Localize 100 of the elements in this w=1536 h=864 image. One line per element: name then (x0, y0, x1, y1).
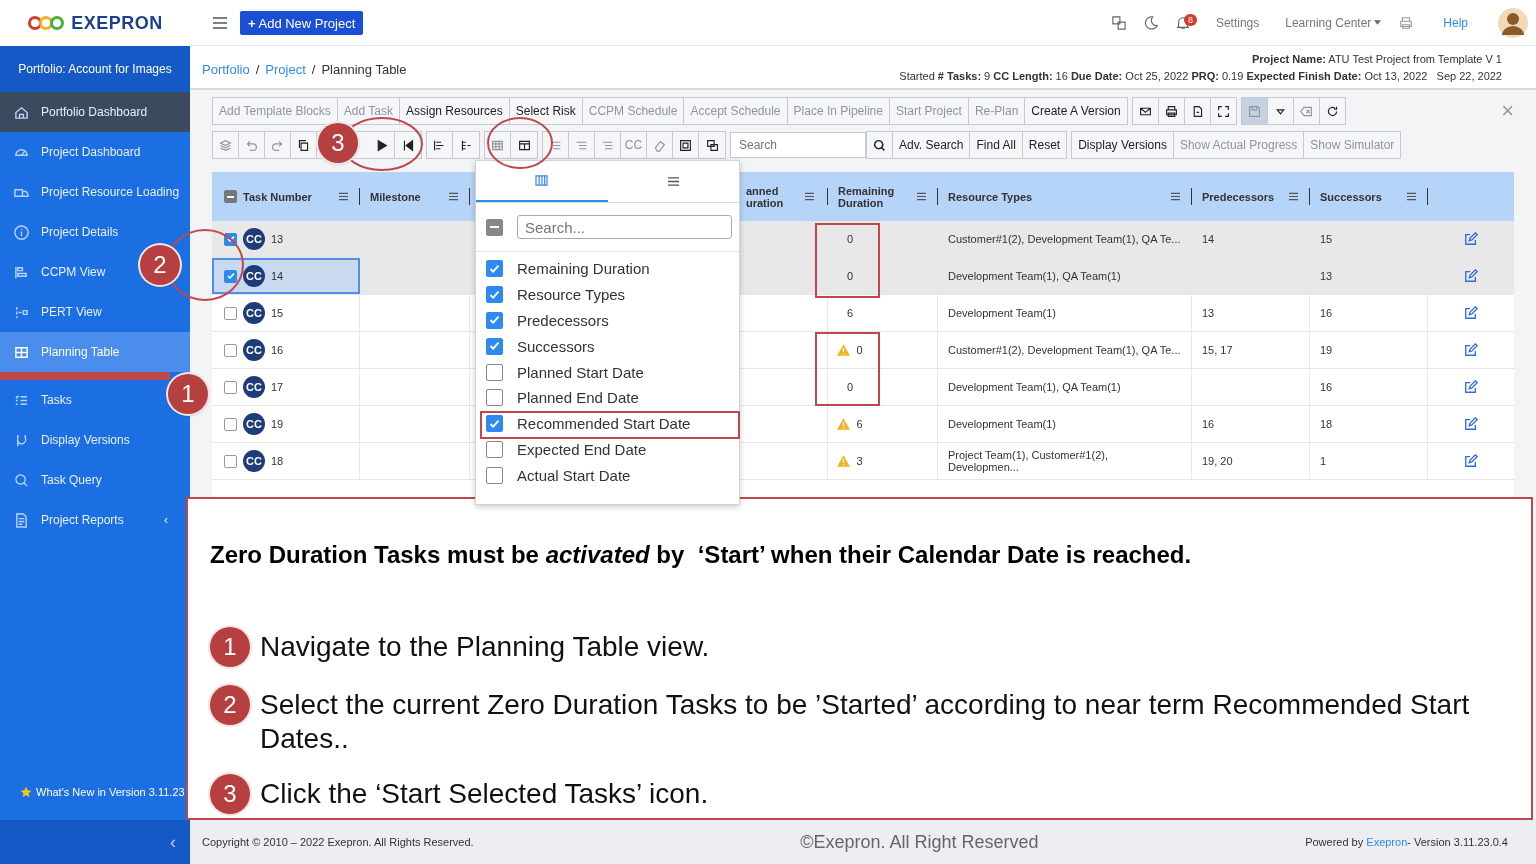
menu-icon[interactable] (1406, 192, 1417, 201)
column-checkbox[interactable] (486, 286, 503, 304)
toolbar-button[interactable]: Find All (970, 132, 1023, 158)
sidebar-item[interactable]: Project Reports ‹ (0, 500, 190, 540)
row-checkbox[interactable] (224, 343, 237, 357)
column-header: Predecessors (1202, 190, 1276, 203)
table-cell: Development Team(1) (948, 418, 1056, 430)
minus-icon (490, 226, 499, 228)
column-checkbox[interactable] (486, 440, 503, 458)
breadcrumb-link[interactable]: Project (265, 61, 306, 77)
icon-button[interactable] (1319, 98, 1345, 124)
icon-button[interactable] (1184, 98, 1211, 124)
exepron-link[interactable]: Exepron (1366, 836, 1408, 848)
table-cell: 13 (271, 233, 284, 245)
toolbar-button[interactable]: Create A Version (1025, 98, 1127, 124)
row-checkbox[interactable] (224, 380, 237, 394)
column-checkbox[interactable] (486, 337, 503, 355)
toolbar-button[interactable]: Select Risk (509, 98, 583, 124)
icon-button[interactable] (1267, 98, 1294, 124)
edit-icon[interactable] (1464, 454, 1478, 468)
sidebar-item[interactable]: Task Query (0, 460, 112, 500)
search-button[interactable] (867, 132, 893, 158)
column-checkbox[interactable] (486, 389, 503, 407)
icon-button[interactable] (673, 132, 699, 158)
menu-icon[interactable] (804, 192, 815, 201)
sidebar-item[interactable]: Planning Table (0, 332, 190, 372)
whats-new-link[interactable]: What's New in Version 3.11.23 (36, 786, 185, 798)
collapse-button[interactable]: ‹ (0, 820, 190, 864)
icon-button[interactable] (511, 132, 537, 158)
row-checkbox[interactable] (224, 306, 237, 320)
sidebar-item[interactable]: Display Versions (0, 420, 140, 460)
column-checkbox[interactable] (486, 466, 503, 484)
icon-button[interactable] (427, 132, 453, 158)
toolbar-button[interactable]: Reset (1022, 132, 1067, 158)
column-checkbox[interactable] (486, 260, 503, 278)
close-button[interactable]: × (1501, 98, 1514, 124)
sidebar-item[interactable]: Tasks (0, 380, 82, 420)
add-project-button[interactable]: + Add New Project (240, 10, 364, 35)
sidebar-item[interactable]: CCPM View (0, 252, 116, 292)
menu-icon[interactable] (916, 192, 927, 201)
breadcrumb-link[interactable]: Portfolio (202, 61, 250, 77)
copy-icon (297, 138, 310, 152)
check-icon (489, 264, 500, 273)
avatar[interactable] (1498, 7, 1528, 38)
printer-icon[interactable] (1399, 15, 1414, 30)
toolbar-button[interactable]: Assign Resources (400, 98, 510, 124)
menu-icon[interactable] (1170, 192, 1181, 201)
menu-icon[interactable] (338, 192, 349, 201)
table-cell: 0 (846, 381, 854, 393)
sidebar-item[interactable]: PERT View (0, 292, 112, 332)
menu-icon[interactable] (212, 14, 228, 31)
column-checkbox[interactable] (486, 363, 503, 381)
table-cell: 6 (856, 418, 863, 430)
icon-button[interactable] (369, 132, 395, 158)
crop-icon (679, 138, 692, 152)
menu-icon[interactable] (1288, 192, 1299, 201)
edit-icon[interactable] (1464, 343, 1478, 357)
table-cell: Development Team(1), QA Team(1) (948, 270, 1121, 282)
translate-icon[interactable] (1111, 15, 1126, 30)
edit-icon[interactable] (1464, 269, 1478, 283)
search-field[interactable]: Search (730, 132, 866, 158)
row-checkbox[interactable] (224, 269, 237, 283)
table-cell: Customer#1(2), Development Team(1), QA Te... (948, 233, 1181, 245)
moon-icon[interactable] (1143, 15, 1158, 30)
settings-link[interactable]: Settings (1215, 15, 1260, 30)
icon-button[interactable] (453, 132, 479, 158)
sidebar-item[interactable]: Project Details (0, 212, 129, 252)
toolbar-button[interactable]: Adv. Search (893, 132, 971, 158)
menu-icon[interactable] (448, 192, 459, 201)
icon-button[interactable] (1132, 98, 1159, 124)
column-checkbox[interactable] (486, 312, 503, 329)
help-link[interactable]: Help (1443, 15, 1468, 30)
document-icon (14, 512, 29, 528)
header-checkbox[interactable] (224, 190, 237, 203)
check-icon (489, 342, 500, 351)
edit-icon[interactable] (1464, 417, 1478, 431)
column-option: Recommended Start Date (517, 415, 691, 433)
table-cell: 0 (846, 233, 854, 245)
toolbar-button[interactable]: Display Versions (1072, 132, 1174, 158)
row-checkbox[interactable] (224, 454, 237, 468)
sidebar-item[interactable]: Project Dashboard (0, 132, 151, 172)
edit-icon[interactable] (1464, 306, 1478, 320)
layers-icon (219, 138, 232, 152)
bell-icon[interactable] (1175, 15, 1190, 30)
edit-icon[interactable] (1464, 232, 1478, 246)
sidebar-item[interactable]: Portfolio Dashboard (0, 92, 190, 132)
icon-button[interactable] (699, 132, 725, 158)
learning-center-menu[interactable]: Learning Center (1285, 15, 1382, 30)
table-cell: 16 (271, 344, 284, 356)
column-checkbox[interactable] (486, 415, 503, 433)
icon-button[interactable] (395, 132, 421, 158)
column-option: Resource Types (517, 286, 626, 304)
icon-button[interactable] (1210, 98, 1236, 124)
column-search-field[interactable]: Search... (517, 215, 732, 239)
sidebar-item[interactable]: Project Resource Loading (0, 172, 190, 212)
edit-icon[interactable] (1464, 380, 1478, 394)
row-checkbox[interactable] (224, 417, 237, 431)
icon-button[interactable] (1158, 98, 1185, 124)
icon-button[interactable] (291, 132, 317, 158)
select-all-checkbox[interactable] (486, 218, 503, 236)
